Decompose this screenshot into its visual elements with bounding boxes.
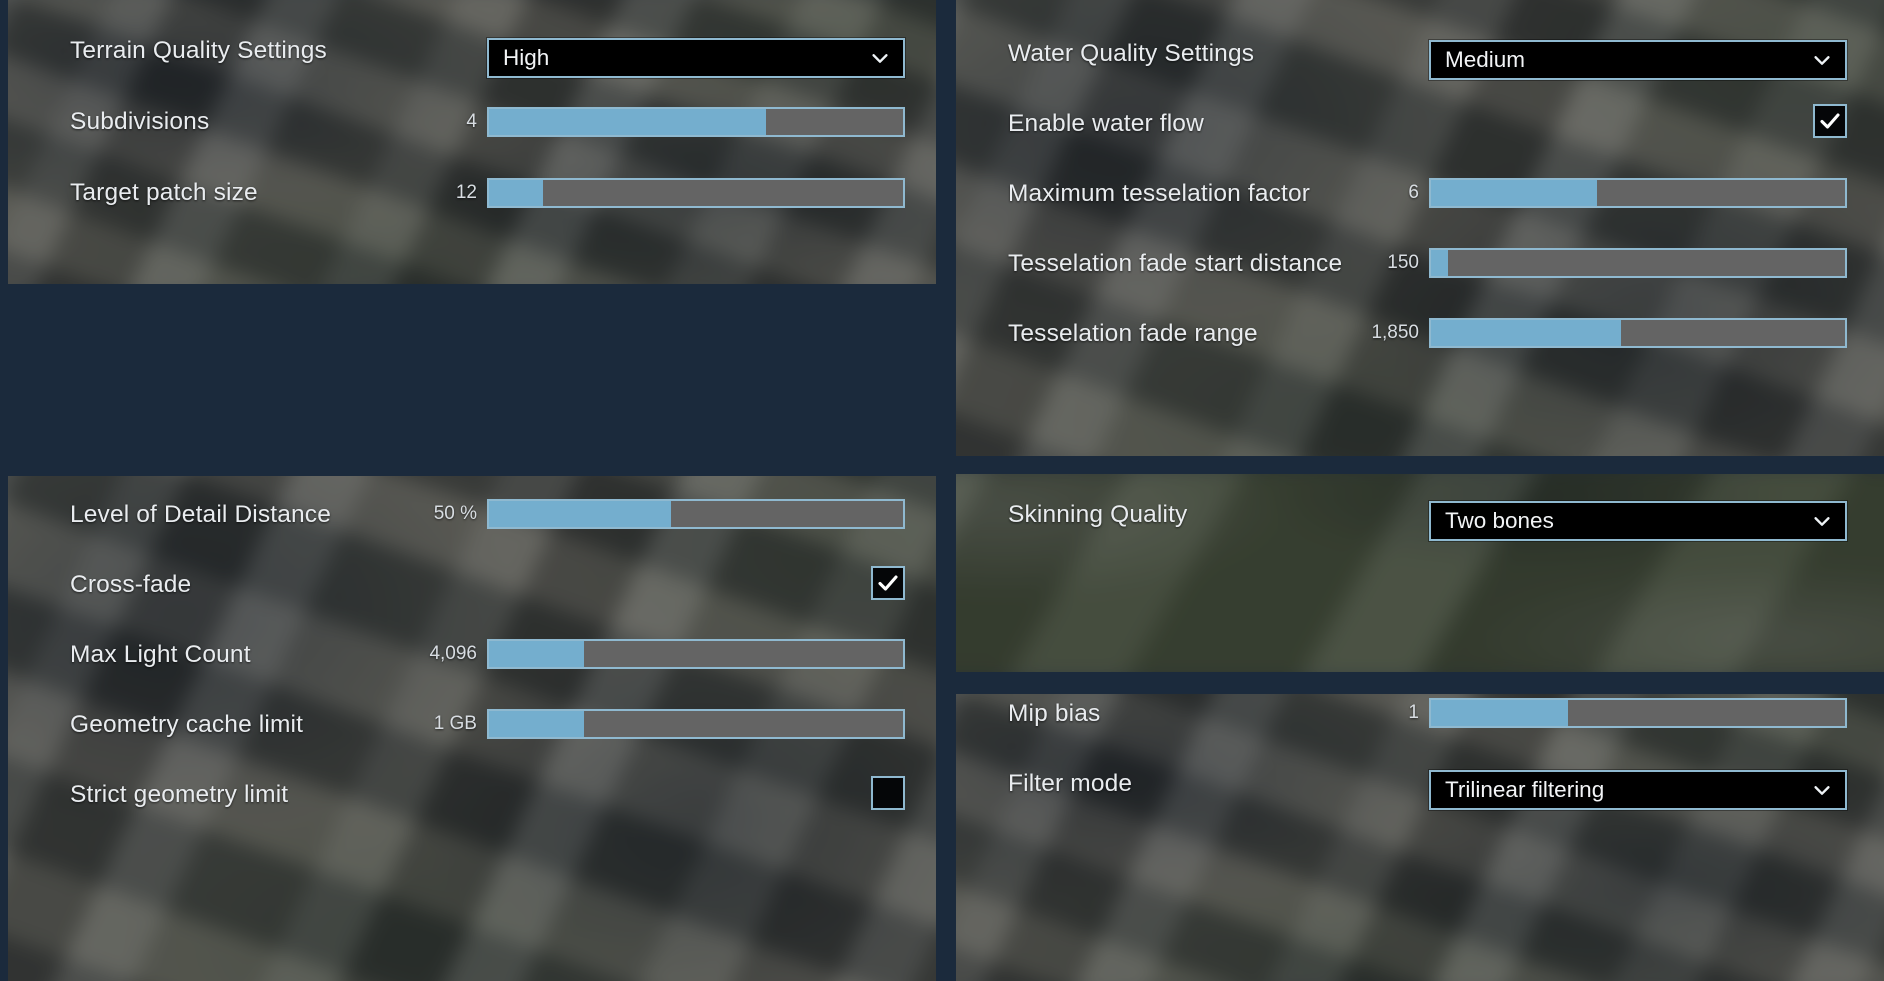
control-filter-mode: Trilinear filtering xyxy=(1429,770,1847,810)
setting-label: Level of Detail Distance xyxy=(70,501,331,528)
setting-label: Strict geometry limit xyxy=(70,781,289,808)
chevron-down-icon xyxy=(1811,49,1833,71)
setting-value: 50 % xyxy=(433,503,477,524)
panel-terrain-quality: Terrain Quality Settings High Subdivisio… xyxy=(8,0,936,284)
setting-value: 1,850 xyxy=(1371,322,1419,343)
panel-water-quality: Water Quality Settings Medium Enable wat… xyxy=(956,0,1884,456)
slider-max-tesselation-factor[interactable] xyxy=(1429,178,1847,208)
slider-fill xyxy=(489,711,585,737)
slider-fill xyxy=(489,501,672,527)
panel-texture-quality: Texture Quality Settings Medium Mip bias… xyxy=(956,694,1884,981)
setting-label: Subdivisions xyxy=(70,108,210,135)
dropdown-value: High xyxy=(503,44,550,70)
dropdown-value: Trilinear filtering xyxy=(1445,776,1605,802)
chevron-down-icon xyxy=(1811,779,1833,801)
check-icon xyxy=(1818,109,1842,133)
slider-mip-bias[interactable] xyxy=(1429,698,1847,728)
control-geometry-cache-limit: 1 GB xyxy=(388,709,905,739)
setting-label: Geometry cache limit xyxy=(70,711,304,738)
setting-label: Filter mode xyxy=(1008,770,1133,797)
slider-fill xyxy=(489,180,543,206)
control-skinning-quality: Two bones xyxy=(1429,501,1847,541)
slider-fill xyxy=(1431,700,1568,726)
setting-label: Target patch size xyxy=(70,179,258,206)
panel-animation-quality: Animation Quality Medium Skinning Qualit… xyxy=(956,474,1884,672)
slider-target-patch-size[interactable] xyxy=(487,178,905,208)
setting-row-strict-geometry-limit: Strict geometry limit xyxy=(70,772,890,818)
control-tesselation-fade-start: 150 xyxy=(1330,248,1847,278)
control-enable-water-flow xyxy=(1813,104,1847,138)
control-terrain-quality: High xyxy=(487,38,905,78)
control-max-tesselation-factor: 6 xyxy=(1330,178,1847,208)
slider-fill xyxy=(1431,250,1448,276)
setting-row-cross-fade: Cross-fade xyxy=(70,562,890,608)
control-subdivisions: 4 xyxy=(388,107,905,137)
panel-level-of-detail: Level of Detail Medium Level of Detail D… xyxy=(8,476,936,981)
dropdown-water-quality[interactable]: Medium xyxy=(1429,40,1847,80)
dropdown-filter-mode[interactable]: Trilinear filtering xyxy=(1429,770,1847,810)
setting-label: Cross-fade xyxy=(70,571,192,598)
setting-value: 1 GB xyxy=(433,713,477,734)
control-cross-fade xyxy=(871,566,905,600)
control-mip-bias: 1 xyxy=(1330,698,1847,728)
slider-fill xyxy=(1431,180,1597,206)
dropdown-skinning-quality[interactable]: Two bones xyxy=(1429,501,1847,541)
control-strict-geometry-limit xyxy=(871,776,905,810)
chevron-down-icon xyxy=(1811,510,1833,532)
setting-label: Tesselation fade start distance xyxy=(1008,250,1343,277)
dropdown-value: Medium xyxy=(1445,46,1526,72)
check-icon xyxy=(876,571,900,595)
slider-geometry-cache-limit[interactable] xyxy=(487,709,905,739)
graphics-settings-screen: Terrain Quality Settings High Subdivisio… xyxy=(0,0,1884,981)
setting-value: 150 xyxy=(1387,252,1419,273)
chevron-down-icon xyxy=(869,47,891,69)
setting-value: 4,096 xyxy=(429,643,477,664)
setting-label: Max Light Count xyxy=(70,641,251,668)
slider-max-light-count[interactable] xyxy=(487,639,905,669)
setting-label: Maximum tesselation factor xyxy=(1008,180,1311,207)
setting-value: 6 xyxy=(1408,182,1419,203)
setting-row-enable-water-flow: Enable water flow xyxy=(1008,101,1838,147)
setting-label: Skinning Quality xyxy=(1008,501,1188,528)
slider-fill xyxy=(1431,320,1622,346)
setting-label: Terrain Quality Settings xyxy=(70,37,327,64)
dropdown-terrain-quality[interactable]: High xyxy=(487,38,905,78)
slider-subdivisions[interactable] xyxy=(487,107,905,137)
control-target-patch-size: 12 xyxy=(388,178,905,208)
control-water-quality: Medium xyxy=(1429,40,1847,80)
setting-label: Water Quality Settings xyxy=(1008,40,1255,67)
setting-label: Tesselation fade range xyxy=(1008,320,1258,347)
checkbox-strict-geometry-limit[interactable] xyxy=(871,776,905,810)
slider-fill xyxy=(489,641,585,667)
setting-value: 1 xyxy=(1408,702,1419,723)
checkbox-cross-fade[interactable] xyxy=(871,566,905,600)
checkbox-enable-water-flow[interactable] xyxy=(1813,104,1847,138)
setting-value: 4 xyxy=(466,111,477,132)
control-lod-distance: 50 % xyxy=(388,499,905,529)
slider-tesselation-fade-start[interactable] xyxy=(1429,248,1847,278)
control-max-light-count: 4,096 xyxy=(388,639,905,669)
setting-label: Mip bias xyxy=(1008,700,1101,727)
control-tesselation-fade-range: 1,850 xyxy=(1330,318,1847,348)
setting-value: 12 xyxy=(455,182,477,203)
slider-fill xyxy=(489,109,767,135)
slider-lod-distance[interactable] xyxy=(487,499,905,529)
slider-tesselation-fade-range[interactable] xyxy=(1429,318,1847,348)
dropdown-value: Two bones xyxy=(1445,507,1554,533)
setting-label: Enable water flow xyxy=(1008,110,1204,137)
